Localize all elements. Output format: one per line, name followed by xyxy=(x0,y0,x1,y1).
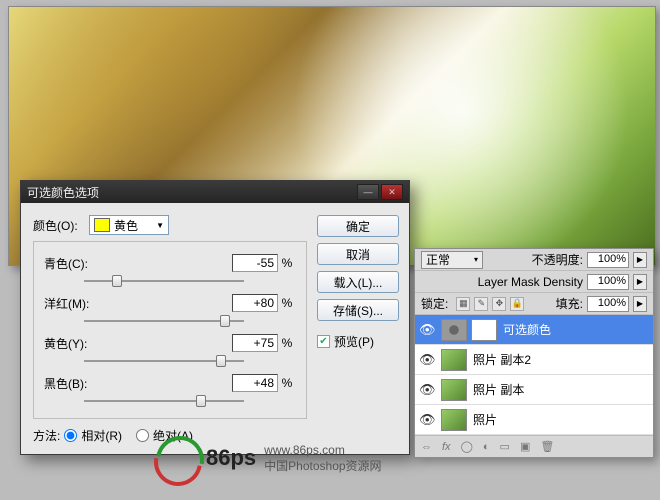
lock-label: 锁定: xyxy=(421,295,448,312)
layer-name: 照片 副本 xyxy=(473,381,524,398)
layer-list: 👁 可选颜色 👁 照片 副本2 👁 照片 副本 👁 照片 xyxy=(415,315,653,435)
black-slider[interactable] xyxy=(84,394,244,408)
dialog-title: 可选颜色选项 xyxy=(27,184,99,201)
chevron-down-icon: ▾ xyxy=(474,255,478,264)
save-button[interactable]: 存储(S)... xyxy=(317,299,399,321)
absolute-radio[interactable] xyxy=(136,429,149,442)
sliders-group: 青色(C): % 洋红(M): % 黄色(Y): % xyxy=(33,241,307,419)
cancel-button[interactable]: 取消 xyxy=(317,243,399,265)
chevron-down-icon: ▼ xyxy=(156,221,164,230)
new-layer-icon[interactable]: ▣ xyxy=(520,440,530,453)
layer-name: 照片 xyxy=(473,411,497,428)
selective-color-dialog: 可选颜色选项 — ✕ 颜色(O): 黄色 ▼ 青色(C): % xyxy=(20,180,410,455)
close-button[interactable]: ✕ xyxy=(381,184,403,200)
layer-thumb xyxy=(441,379,467,401)
layer-row[interactable]: 👁 可选颜色 xyxy=(415,315,653,345)
layer-name: 可选颜色 xyxy=(503,321,551,338)
density-input[interactable]: 100% xyxy=(587,274,629,290)
visibility-icon[interactable]: 👁 xyxy=(419,382,435,398)
yellow-label: 黄色(Y): xyxy=(44,335,100,352)
magenta-label: 洋红(M): xyxy=(44,295,100,312)
watermark-tagline: 中国Photoshop资源网 xyxy=(264,457,381,474)
adjustment-icon[interactable]: ◐ xyxy=(483,441,490,453)
layer-row[interactable]: 👁 照片 副本 xyxy=(415,375,653,405)
lock-brush-icon[interactable]: ✎ xyxy=(474,297,488,311)
fill-flyout[interactable]: ▶ xyxy=(633,296,647,312)
minimize-button[interactable]: — xyxy=(357,184,379,200)
color-label: 颜色(O): xyxy=(33,217,89,234)
preview-checkbox[interactable]: ✔ 预览(P) xyxy=(317,333,399,350)
watermark-url: www.86ps.com xyxy=(264,443,381,457)
density-label: Layer Mask Density xyxy=(478,275,583,289)
folder-icon[interactable]: ▭ xyxy=(500,440,510,453)
yellow-input[interactable] xyxy=(232,334,278,352)
visibility-icon[interactable]: 👁 xyxy=(419,322,435,338)
relative-label: 相对(R) xyxy=(81,427,122,444)
yellow-slider[interactable] xyxy=(84,354,244,368)
layers-panel: 正常 ▾ 不透明度: 100% ▶ Layer Mask Density 100… xyxy=(414,248,654,458)
ok-button[interactable]: 确定 xyxy=(317,215,399,237)
watermark: 86ps www.86ps.com 中国Photoshop资源网 xyxy=(150,436,382,480)
blend-value: 正常 xyxy=(426,251,450,268)
layer-thumb xyxy=(441,349,467,371)
logo-icon xyxy=(150,436,198,480)
magenta-input[interactable] xyxy=(232,294,278,312)
check-icon: ✔ xyxy=(317,335,330,348)
magenta-slider[interactable] xyxy=(84,314,244,328)
cyan-input[interactable] xyxy=(232,254,278,272)
preview-label: 预览(P) xyxy=(334,333,374,350)
opacity-label: 不透明度: xyxy=(532,251,583,268)
pct-label: % xyxy=(278,256,296,270)
lock-transparent-icon[interactable]: ▦ xyxy=(456,297,470,311)
fill-label: 填充: xyxy=(556,295,583,312)
load-button[interactable]: 载入(L)... xyxy=(317,271,399,293)
lock-move-icon[interactable]: ✥ xyxy=(492,297,506,311)
layers-footer: ⇔ fx ◯ ◐ ▭ ▣ 🗑 xyxy=(415,435,653,457)
layer-row[interactable]: 👁 照片 副本2 xyxy=(415,345,653,375)
color-value: 黄色 xyxy=(114,217,138,234)
dialog-titlebar[interactable]: 可选颜色选项 — ✕ xyxy=(21,181,409,203)
method-label: 方法: xyxy=(33,427,60,444)
lock-all-icon[interactable]: 🔒 xyxy=(510,297,524,311)
color-swatch xyxy=(94,218,110,232)
opacity-flyout[interactable]: ▶ xyxy=(633,252,647,268)
cyan-slider[interactable] xyxy=(84,274,244,288)
watermark-name: 86ps xyxy=(206,445,256,471)
adjustment-thumb xyxy=(441,319,467,341)
layer-thumb xyxy=(441,409,467,431)
opacity-input[interactable]: 100% xyxy=(587,252,629,268)
layer-name: 照片 副本2 xyxy=(473,351,531,368)
relative-radio[interactable] xyxy=(64,429,77,442)
visibility-icon[interactable]: 👁 xyxy=(419,412,435,428)
mask-icon[interactable]: ◯ xyxy=(461,440,473,453)
color-select[interactable]: 黄色 ▼ xyxy=(89,215,169,235)
density-flyout[interactable]: ▶ xyxy=(633,274,647,290)
blend-mode-select[interactable]: 正常 ▾ xyxy=(421,251,483,269)
layer-row[interactable]: 👁 照片 xyxy=(415,405,653,435)
black-label: 黑色(B): xyxy=(44,375,100,392)
cyan-label: 青色(C): xyxy=(44,255,100,272)
black-input[interactable] xyxy=(232,374,278,392)
link-icon[interactable]: ⇔ xyxy=(421,441,432,453)
mask-thumb xyxy=(471,319,497,341)
fx-icon[interactable]: fx xyxy=(442,441,451,453)
visibility-icon[interactable]: 👁 xyxy=(419,352,435,368)
trash-icon[interactable]: 🗑 xyxy=(540,440,554,453)
fill-input[interactable]: 100% xyxy=(587,296,629,312)
